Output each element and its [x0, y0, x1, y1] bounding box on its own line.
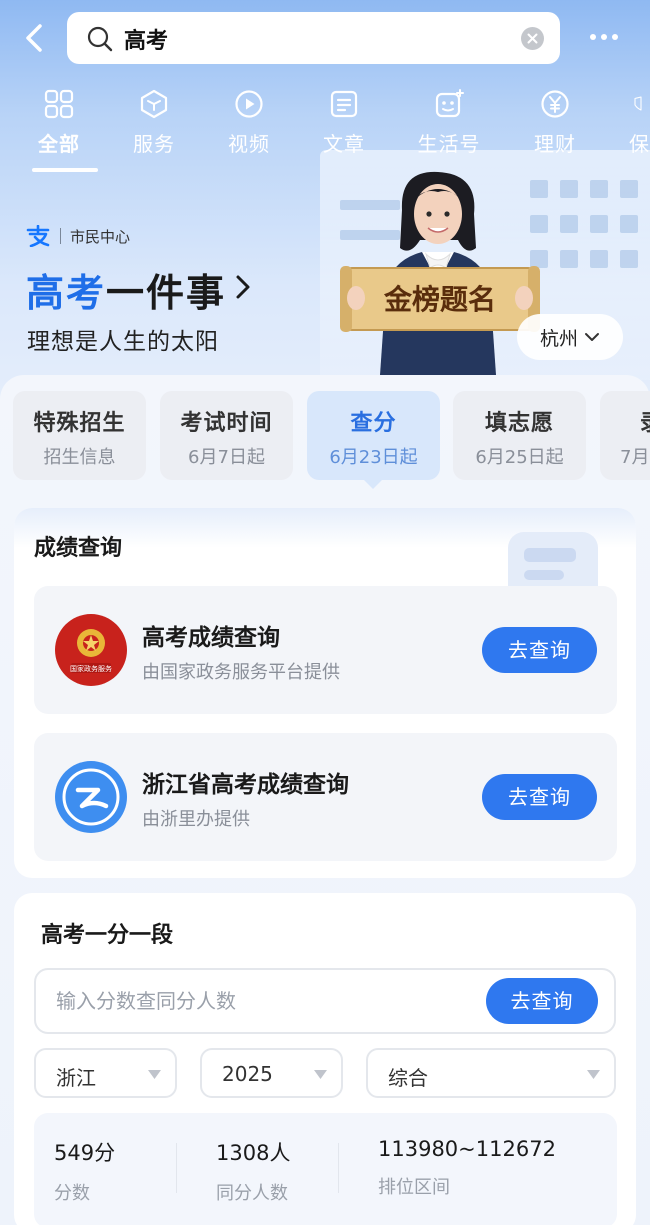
search-bar[interactable]: 高考	[67, 12, 560, 64]
category-tabs: 全部 服务 视频 文章 生活号 理财 保	[0, 88, 650, 176]
search-icon	[87, 26, 113, 52]
score-query-card: 成绩查询 国家政务服务 高考成绩查询 由国家政务服务平台提供 去查询 浙江省高考…	[14, 508, 636, 878]
stage-date: 6月23日起	[329, 447, 418, 468]
year-value: 2025	[222, 1062, 273, 1086]
tab-all[interactable]: 全部	[14, 88, 104, 157]
mascot-illustration: 金榜题名	[340, 171, 540, 375]
stage-name: 查分	[350, 411, 397, 436]
subject-value: 综合	[388, 1066, 428, 1090]
national-emblem-icon: 国家政务服务	[55, 614, 127, 686]
chevron-right-icon[interactable]	[233, 274, 253, 300]
service-national-score-query[interactable]: 国家政务服务 高考成绩查询 由国家政务服务平台提供 去查询	[34, 586, 617, 714]
card-title: 成绩查询	[34, 536, 123, 561]
score-search-field: 去查询	[34, 968, 616, 1034]
stat-value: 549分	[54, 1141, 116, 1165]
query-button[interactable]: 去查询	[482, 627, 597, 673]
emblem-caption: 国家政务服务	[70, 664, 112, 673]
stage-admission[interactable]: 录 7月	[600, 391, 650, 480]
tab-services[interactable]: 服务	[109, 88, 199, 157]
service-title: 浙江省高考成绩查询	[142, 772, 349, 798]
caret-down-icon	[148, 1070, 161, 1079]
caret-down-icon	[314, 1070, 327, 1079]
stage-name: 考试时间	[180, 411, 273, 436]
divider	[60, 228, 61, 244]
tab-label: 理财	[534, 132, 576, 156]
tab-insurance[interactable]: 保	[600, 88, 650, 157]
page-title[interactable]: 高考一件事	[26, 262, 226, 317]
hero-subtitle: 理想是人生的太阳	[27, 329, 219, 355]
search-input[interactable]: 高考	[124, 23, 504, 55]
province-value: 浙江	[56, 1066, 96, 1090]
source-badge: 市民中心	[26, 225, 130, 247]
city-selector[interactable]: 杭州	[517, 314, 623, 360]
article-icon	[330, 90, 358, 118]
score-input[interactable]	[56, 986, 476, 1016]
active-stage-pointer	[364, 480, 382, 489]
alipay-icon	[26, 225, 50, 247]
stage-name: 特殊招生	[33, 411, 126, 436]
stage-special-admission[interactable]: 特殊招生 招生信息	[13, 391, 146, 480]
stage-date: 6月7日起	[188, 447, 265, 468]
grid-icon	[44, 89, 74, 119]
play-icon	[235, 90, 263, 118]
life-account-icon	[435, 89, 464, 118]
back-arrow-icon[interactable]	[22, 22, 48, 54]
title-highlight: 高考	[26, 271, 107, 315]
tab-articles[interactable]: 文章	[299, 88, 389, 157]
tab-wealth[interactable]: 理财	[510, 88, 600, 157]
province-select[interactable]: 浙江	[34, 1048, 177, 1098]
stage-date: 招生信息	[43, 447, 116, 468]
zheliban-logo-icon	[55, 761, 127, 833]
tab-label: 生活号	[417, 132, 481, 156]
source-label: 市民中心	[70, 227, 131, 246]
tab-life-accounts[interactable]: 生活号	[404, 88, 494, 157]
title-rest: 一件事	[106, 271, 227, 315]
shield-icon	[634, 96, 642, 111]
stage-date: 7月	[620, 447, 650, 468]
query-button[interactable]: 去查询	[482, 774, 597, 820]
tab-label: 服务	[133, 132, 175, 156]
tab-videos[interactable]: 视频	[204, 88, 294, 157]
stat-value: 113980~112672	[378, 1137, 556, 1161]
caret-down-icon	[587, 1070, 600, 1079]
stage-tabs: 特殊招生 招生信息 考试时间 6月7日起 查分 6月23日起 填志愿 6月25日…	[0, 391, 650, 491]
yuan-icon	[541, 90, 569, 118]
stat-label: 排位区间	[378, 1177, 450, 1198]
chevron-down-icon	[585, 333, 599, 341]
tab-label: 全部	[38, 132, 80, 156]
tab-label: 视频	[228, 132, 270, 156]
stat-rank-range: 113980~112672 排位区间	[378, 1137, 556, 1199]
stage-date: 6月25日起	[475, 447, 564, 468]
tab-active-indicator	[32, 168, 98, 172]
stat-label: 同分人数	[216, 1183, 288, 1204]
service-zhejiang-score-query[interactable]: 浙江省高考成绩查询 由浙里办提供 去查询	[34, 733, 617, 861]
tab-label: 文章	[323, 132, 365, 156]
more-icon[interactable]	[588, 28, 620, 46]
stat-score: 549分 分数	[54, 1137, 115, 1205]
service-provider: 由浙里办提供	[142, 809, 250, 830]
rank-stats: 549分 分数 1308人 同分人数 113980~112672 排位区间	[34, 1113, 617, 1225]
stage-name: 录	[600, 405, 650, 437]
stat-value: 1308人	[216, 1141, 291, 1165]
subject-select[interactable]: 综合	[366, 1048, 616, 1098]
stat-label: 分数	[54, 1183, 90, 1204]
service-provider: 由国家政务服务平台提供	[142, 662, 340, 683]
clear-icon[interactable]	[521, 27, 544, 50]
stage-check-score[interactable]: 查分 6月23日起	[307, 391, 440, 480]
divider	[338, 1143, 339, 1193]
tab-label: 保	[629, 132, 650, 156]
score-rank-card: 高考一分一段 去查询 浙江 2025 综合 549分 分数 1308人 同分人数…	[14, 893, 636, 1225]
service-title: 高考成绩查询	[142, 625, 280, 651]
stat-same-score-count: 1308人 同分人数	[216, 1137, 290, 1205]
city-label: 杭州	[539, 327, 578, 350]
stage-exam-time[interactable]: 考试时间 6月7日起	[160, 391, 293, 480]
divider	[176, 1143, 177, 1193]
query-button[interactable]: 去查询	[486, 978, 598, 1024]
cube-icon	[140, 89, 168, 119]
stage-name: 填志愿	[484, 411, 554, 436]
banner-text: 金榜题名	[383, 283, 496, 316]
year-select[interactable]: 2025	[200, 1048, 343, 1098]
card-title: 高考一分一段	[41, 923, 174, 948]
stage-fill-application[interactable]: 填志愿 6月25日起	[453, 391, 586, 480]
